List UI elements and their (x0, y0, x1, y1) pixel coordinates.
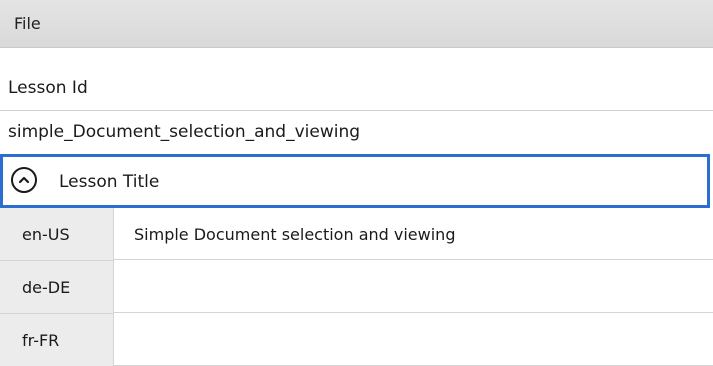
language-code: de-DE (22, 278, 71, 297)
lesson-id-label-row: Lesson Id (0, 48, 713, 110)
lesson-id-value[interactable]: simple_Document_selection_and_viewing (8, 122, 360, 142)
language-code-cell: de-DE (0, 261, 114, 313)
translation-value[interactable]: Simple Document selection and viewing (134, 225, 455, 244)
lesson-id-label: Lesson Id (8, 78, 88, 98)
lesson-id-field[interactable]: simple_Document_selection_and_viewing (0, 110, 713, 156)
translation-value-cell[interactable] (114, 261, 713, 313)
chevron-up-circle-icon[interactable] (11, 167, 37, 193)
translation-row: de-DE (0, 261, 713, 313)
lesson-title-header[interactable]: Lesson Title (0, 154, 710, 208)
translation-value-cell[interactable]: Simple Document selection and viewing (114, 208, 713, 260)
translations-table: en-US Simple Document selection and view… (0, 208, 713, 366)
language-code: en-US (22, 225, 70, 244)
translation-value-cell[interactable] (114, 314, 713, 366)
translation-row: fr-FR (0, 314, 713, 366)
language-code-cell: fr-FR (0, 314, 114, 366)
menu-file[interactable]: File (14, 14, 41, 33)
language-code-cell: en-US (0, 208, 114, 260)
lesson-title-label: Lesson Title (59, 172, 160, 192)
language-code: fr-FR (22, 331, 60, 350)
menu-bar: File (0, 0, 713, 48)
translation-row: en-US Simple Document selection and view… (0, 208, 713, 260)
lesson-editor: File Lesson Id simple_Document_selection… (0, 0, 713, 366)
